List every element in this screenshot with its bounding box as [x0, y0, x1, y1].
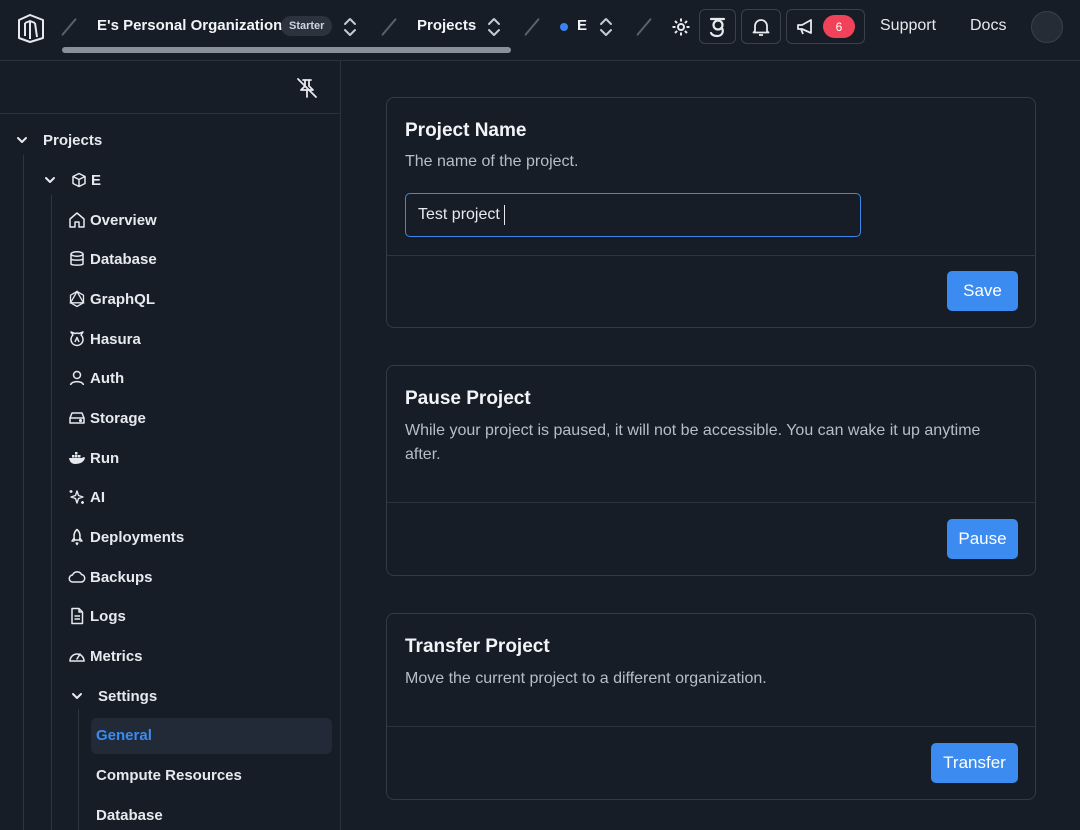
sidebar-item-label: AI [90, 488, 105, 506]
sidebar-item-deployments[interactable]: Deployments [68, 525, 184, 549]
sidebar-item-label: Hasura [90, 330, 141, 348]
project-name-card: Project Name The name of the project. Te… [386, 97, 1036, 328]
chevron-down-icon [72, 693, 82, 699]
sidebar-item-database[interactable]: Database [68, 247, 157, 271]
breadcrumb-separator [636, 17, 652, 37]
sidebar-item-settings[interactable]: Settings [70, 684, 157, 708]
chevron-down-icon [45, 177, 55, 183]
sidebar-item-label: Metrics [90, 647, 143, 665]
sidebar-settings-label: Settings [98, 687, 158, 705]
chevron-down-icon [17, 137, 27, 143]
card-divider [387, 502, 1035, 503]
sparkles-icon [69, 490, 84, 504]
transfer-project-card: Transfer Project Move the current projec… [386, 613, 1036, 800]
settings-item-database[interactable]: Database [96, 803, 163, 827]
sidebar-item-label: GraphQL [90, 290, 156, 308]
sidebar-item-label: Storage [90, 409, 146, 427]
text-caret [503, 205, 505, 225]
nhost-logo-icon[interactable] [15, 11, 47, 43]
project-name-value: Test project [418, 206, 500, 223]
cube-icon [72, 172, 86, 188]
card-description: Move the current project to a different … [405, 670, 767, 687]
graphite-button[interactable] [699, 9, 736, 44]
save-button[interactable]: Save [947, 271, 1018, 311]
rocket-icon [71, 528, 83, 546]
sidebar-item-backups[interactable]: Backups [68, 565, 153, 589]
sidebar-item-label: Deployments [90, 528, 185, 546]
avatar[interactable] [1031, 11, 1063, 43]
org-breadcrumb[interactable]: E's Personal Organization [97, 17, 282, 34]
support-link[interactable]: Support [880, 17, 936, 35]
whale-icon [69, 452, 85, 464]
graphql-icon [69, 290, 85, 308]
top-bar: E's Personal Organization Starter Projec… [0, 0, 1080, 61]
sidebar: Projects E Overview Database GraphQL Has… [0, 61, 341, 830]
sidebar-header [0, 61, 341, 114]
tree-guide-line [78, 709, 79, 830]
pause-project-card: Pause Project While your project is paus… [386, 365, 1036, 576]
card-divider [387, 255, 1035, 256]
breadcrumb-separator [524, 17, 540, 37]
hasura-icon [70, 331, 84, 347]
tree-guide-line [23, 155, 24, 830]
projects-switcher-chevrons-icon[interactable] [487, 16, 501, 38]
sidebar-item-ai[interactable]: AI [68, 485, 105, 509]
storage-icon [69, 412, 85, 424]
user-icon [69, 370, 85, 386]
breadcrumb-separator [61, 17, 77, 37]
sidebar-item-logs[interactable]: Logs [68, 604, 126, 628]
sidebar-item-run[interactable]: Run [68, 446, 119, 470]
megaphone-icon [797, 18, 812, 34]
card-divider [387, 726, 1035, 727]
sidebar-item-label: Backups [90, 568, 153, 586]
sidebar-item-label: Run [90, 449, 120, 467]
sidebar-projects-label: Projects [43, 131, 103, 149]
cloud-icon [68, 571, 86, 583]
docs-link[interactable]: Docs [970, 17, 1006, 35]
announcements-count-badge: 6 [823, 15, 855, 38]
database-icon [70, 251, 84, 266]
sidebar-item-label: Logs [90, 607, 126, 625]
sidebar-item-label: Auth [90, 369, 125, 387]
gear-icon[interactable] [671, 17, 691, 37]
card-title: Transfer Project [405, 636, 550, 657]
card-title: Pause Project [405, 388, 531, 409]
projects-breadcrumb[interactable]: Projects [417, 17, 476, 34]
breadcrumb-scrollbar[interactable] [62, 47, 511, 53]
card-description: While your project is paused, it will no… [405, 422, 981, 463]
card-description: The name of the project. [405, 153, 579, 170]
sidebar-item-label: Overview [90, 211, 157, 229]
sidebar-project-label: E [91, 171, 102, 189]
sidebar-item-auth[interactable]: Auth [68, 366, 124, 390]
project-name-input[interactable]: Test project [405, 193, 861, 237]
sidebar-projects[interactable]: Projects [15, 128, 102, 152]
sidebar-item-hasura[interactable]: Hasura [68, 327, 141, 351]
sidebar-item-overview[interactable]: Overview [68, 208, 157, 232]
project-breadcrumb[interactable]: E [577, 17, 587, 34]
tree-guide-line [51, 195, 52, 830]
plan-badge: Starter [281, 16, 333, 36]
project-switcher-chevrons-icon[interactable] [599, 16, 613, 38]
card-title: Project Name [405, 120, 527, 141]
transfer-button[interactable]: Transfer [931, 743, 1018, 783]
g-logo-icon [709, 17, 725, 37]
unpin-icon[interactable] [296, 77, 318, 99]
pause-button[interactable]: Pause [947, 519, 1018, 559]
sidebar-item-label: Database [90, 250, 157, 268]
breadcrumb-separator [381, 17, 397, 37]
sidebar-project-e[interactable]: E [43, 168, 101, 192]
sidebar-item-metrics[interactable]: Metrics [68, 644, 143, 668]
home-icon [69, 212, 85, 228]
sidebar-item-graphql[interactable]: GraphQL [68, 287, 155, 311]
org-switcher-chevrons-icon[interactable] [343, 16, 357, 38]
settings-item-general[interactable]: General [96, 723, 152, 747]
bell-icon [752, 18, 770, 36]
gauge-icon [69, 653, 85, 662]
project-status-dot [560, 23, 568, 31]
settings-item-compute-resources[interactable]: Compute Resources [96, 763, 242, 787]
notifications-button[interactable] [741, 9, 781, 44]
file-icon [71, 607, 84, 625]
sidebar-item-storage[interactable]: Storage [68, 406, 146, 430]
